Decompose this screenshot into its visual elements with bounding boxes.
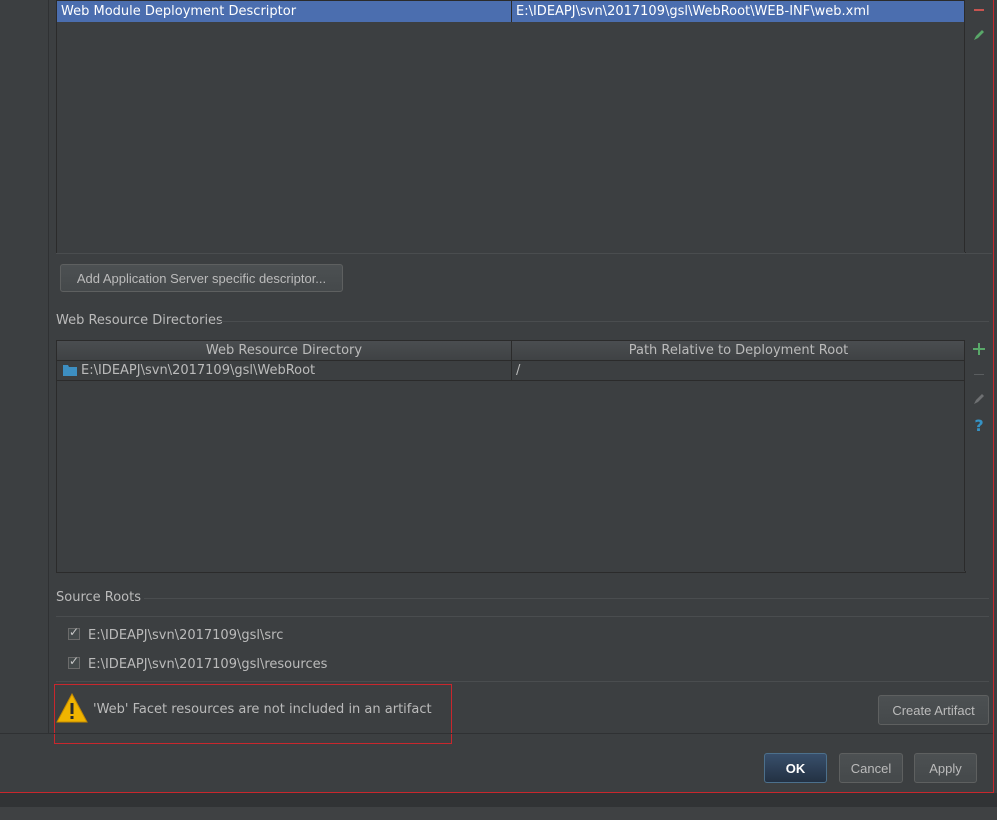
apply-label: Apply: [929, 761, 962, 776]
descriptor-divider: [56, 253, 992, 254]
table-row[interactable]: Web Module Deployment Descriptor E:\IDEA…: [57, 1, 965, 22]
edit-icon[interactable]: [969, 28, 989, 48]
create-artifact-button[interactable]: Create Artifact: [878, 695, 989, 725]
web-resources-table: Web Resource Directory Path Relative to …: [56, 340, 966, 573]
left-panel-strip: [0, 0, 49, 733]
taskbar-line: [0, 807, 997, 820]
source-root-item[interactable]: E:\IDEAPJ\svn\2017109\gsl\src: [56, 625, 989, 645]
source-roots-title: Source Roots: [56, 590, 142, 605]
create-artifact-label: Create Artifact: [892, 703, 975, 718]
source-roots-list: E:\IDEAPJ\svn\2017109\gsl\src E:\IDEAPJ\…: [56, 616, 989, 682]
cancel-button[interactable]: Cancel: [839, 753, 903, 783]
column-header-relative-path[interactable]: Path Relative to Deployment Root: [512, 341, 965, 361]
descriptor-path-cell: E:\IDEAPJ\svn\2017109\gsl\WebRoot\WEB-IN…: [516, 4, 870, 19]
descriptor-toolbar: [964, 0, 993, 252]
web-resources-toolbar: ?: [964, 340, 993, 571]
footer-divider: [0, 733, 993, 734]
checkbox-icon[interactable]: [68, 654, 80, 669]
source-root-item[interactable]: E:\IDEAPJ\svn\2017109\gsl\resources: [56, 654, 989, 674]
remove-icon[interactable]: [969, 3, 989, 23]
resource-relative-cell: /: [516, 363, 521, 378]
source-root-path: E:\IDEAPJ\svn\2017109\gsl\src: [88, 628, 284, 643]
help-icon[interactable]: ?: [969, 416, 989, 436]
checkbox-icon[interactable]: [68, 625, 80, 640]
dialog-border-right: [993, 0, 994, 793]
source-root-path: E:\IDEAPJ\svn\2017109\gsl\resources: [88, 657, 328, 672]
section-divider: [144, 598, 989, 599]
folder-icon: [63, 364, 77, 380]
cancel-label: Cancel: [850, 761, 892, 776]
warning-icon: [56, 692, 88, 727]
web-resources-title: Web Resource Directories: [56, 313, 223, 328]
ok-label: OK: [785, 761, 806, 776]
apply-button[interactable]: Apply: [914, 753, 977, 783]
ok-button[interactable]: OK: [764, 753, 827, 783]
table-row[interactable]: E:\IDEAPJ\svn\2017109\gsl\WebRoot /: [57, 361, 965, 381]
remove-icon[interactable]: [969, 367, 989, 387]
add-server-descriptor-label: Add Application Server specific descript…: [76, 271, 327, 286]
section-divider: [216, 321, 989, 322]
warning-text: 'Web' Facet resources are not included i…: [93, 702, 432, 717]
descriptor-type-cell: Web Module Deployment Descriptor: [61, 4, 297, 19]
column-header-directory[interactable]: Web Resource Directory: [57, 341, 511, 361]
edit-icon[interactable]: [969, 392, 989, 412]
descriptor-table: Web Module Deployment Descriptor E:\IDEA…: [56, 0, 966, 254]
resource-directory-cell: E:\IDEAPJ\svn\2017109\gsl\WebRoot: [81, 363, 316, 378]
add-icon[interactable]: [969, 342, 989, 362]
add-server-descriptor-button[interactable]: Add Application Server specific descript…: [60, 264, 343, 292]
